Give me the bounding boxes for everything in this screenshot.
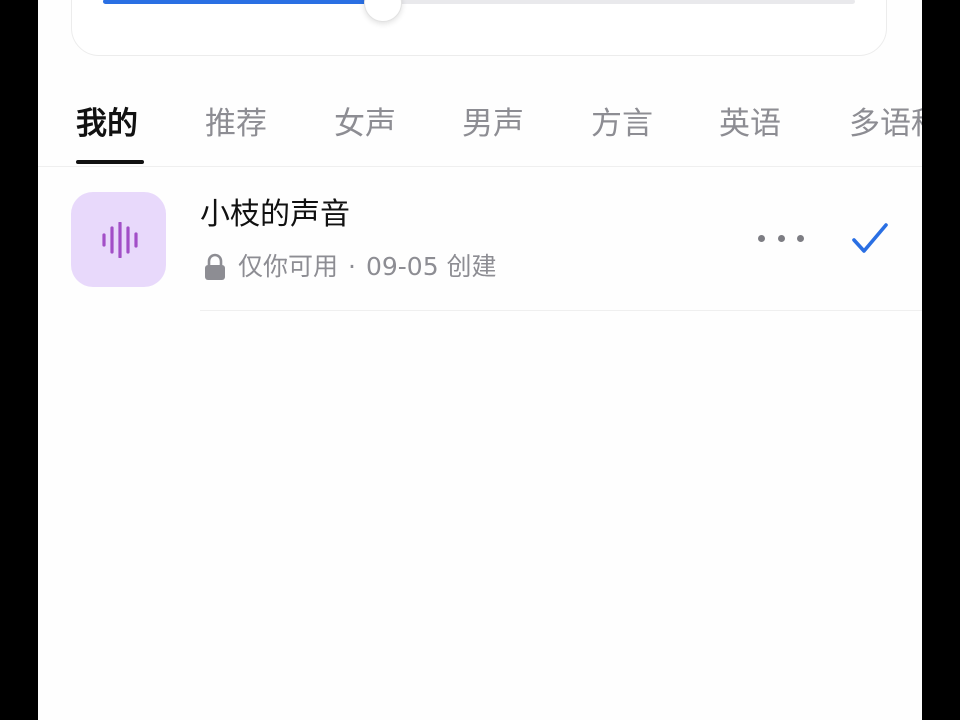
tab-female-voice[interactable]: 女声 — [334, 104, 396, 144]
voice-category-tabs: 我的 推荐 女声 男声 方言 英语 多语种 — [38, 88, 922, 167]
phone-screen: 我的 推荐 女声 男声 方言 英语 多语种 小枝的声音 — [38, 0, 922, 720]
active-tab-indicator — [76, 160, 144, 164]
dot-icon — [797, 234, 804, 242]
dot-icon — [758, 234, 765, 242]
tab-male-voice[interactable]: 男声 — [462, 104, 524, 144]
voice-thumbnail — [71, 192, 166, 287]
slider-track[interactable] — [103, 0, 855, 22]
dot-icon — [777, 234, 785, 242]
tab-recommended[interactable]: 推荐 — [205, 104, 267, 144]
slider-thumb[interactable] — [363, 0, 402, 22]
tab-dialect[interactable]: 方言 — [591, 104, 653, 144]
tab-english[interactable]: 英语 — [719, 104, 781, 144]
more-options-button[interactable] — [758, 223, 804, 253]
voice-list-item[interactable]: 小枝的声音 仅你可用 · 09-05 创建 — [38, 167, 922, 311]
lock-icon — [205, 253, 225, 280]
slider-fill — [103, 0, 383, 4]
sound-wave-icon — [102, 222, 138, 258]
item-divider — [200, 310, 922, 311]
voice-meta: 仅你可用 · 09-05 创建 — [204, 249, 497, 285]
speed-slider-card — [71, 0, 887, 56]
visibility-label: 仅你可用 — [238, 252, 339, 281]
checkmark-icon[interactable] — [850, 219, 890, 259]
tab-mine[interactable]: 我的 — [76, 104, 138, 144]
created-date: 09-05 创建 — [365, 252, 497, 281]
meta-separator: · — [348, 252, 356, 281]
tab-multilingual[interactable]: 多语种 — [849, 104, 922, 144]
voice-title: 小枝的声音 — [200, 197, 350, 232]
